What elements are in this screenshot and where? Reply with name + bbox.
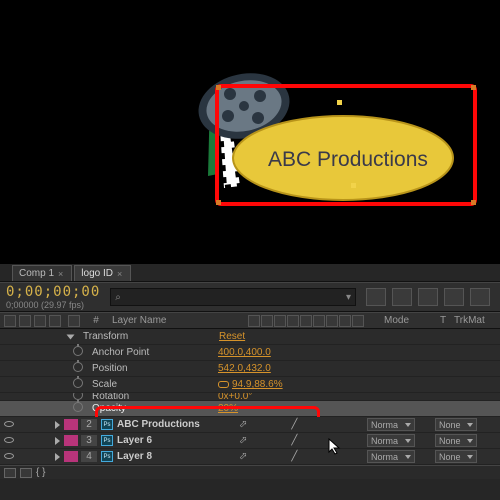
timeline-footer: { } xyxy=(0,465,500,479)
selection-highlight xyxy=(215,84,477,206)
anchor-point-value[interactable]: 400.0,400.0 xyxy=(218,347,271,358)
index-header[interactable]: # xyxy=(84,315,108,326)
layer-6[interactable]: 3 Ps Layer 6 ⬀╱ Norma None xyxy=(0,433,500,449)
current-timecode[interactable]: 0;00;00;00 0;00000 (29.97 fps) xyxy=(6,284,100,310)
stopwatch-icon[interactable] xyxy=(73,378,83,388)
timeline-tabs: Comp 1× logo ID× xyxy=(0,264,500,282)
prop-position[interactable]: Position 542.0,432.0 xyxy=(0,361,500,377)
tab-comp1[interactable]: Comp 1× xyxy=(12,265,72,281)
lock-icon xyxy=(49,315,61,327)
chevron-right-icon[interactable] xyxy=(55,421,60,429)
trkmat-dropdown[interactable]: None xyxy=(435,450,477,463)
motion-blur-button[interactable] xyxy=(444,288,464,306)
prop-scale[interactable]: Scale 94.9,88.6% xyxy=(0,377,500,393)
toggle-switches-button[interactable] xyxy=(4,468,16,478)
link-icon[interactable] xyxy=(218,381,229,388)
transform-group[interactable]: Transform Reset xyxy=(0,329,500,345)
shy-toggle-button[interactable] xyxy=(392,288,412,306)
photoshop-icon: Ps xyxy=(101,435,113,446)
scale-value[interactable]: 94.9,88.6% xyxy=(232,379,283,390)
layer-index: 3 xyxy=(81,435,97,446)
eye-icon[interactable] xyxy=(4,437,14,443)
reset-link[interactable]: Reset xyxy=(219,331,245,342)
prop-anchor-point[interactable]: Anchor Point 400.0,400.0 xyxy=(0,345,500,361)
layer-8[interactable]: 4 Ps Layer 8 ⬀╱ Norma None xyxy=(0,449,500,465)
layer-index: 2 xyxy=(81,419,97,430)
blend-mode-dropdown[interactable]: Norma xyxy=(367,418,415,431)
search-icon: ⌕ xyxy=(115,292,121,303)
stopwatch-icon[interactable] xyxy=(73,393,83,400)
label-color[interactable] xyxy=(64,419,78,430)
column-headers: # Layer Name Mode T TrkMat xyxy=(0,312,500,329)
layer-abc-productions[interactable]: 2 Ps ABC Productions ⬀╱ Norma None xyxy=(0,417,500,433)
graph-editor-button[interactable] xyxy=(470,288,490,306)
chevron-right-icon[interactable] xyxy=(55,453,60,461)
position-value[interactable]: 542.0,432.0 xyxy=(218,363,271,374)
label-color-icon xyxy=(68,315,80,327)
composition-preview[interactable]: ABC Productions xyxy=(0,0,500,264)
tab-logo-id[interactable]: logo ID× xyxy=(74,265,131,281)
switches-header xyxy=(248,315,380,327)
photoshop-icon: Ps xyxy=(101,419,113,430)
canvas[interactable]: ABC Productions xyxy=(60,16,440,248)
timeline-toolbar: 0;00;00;00 0;00000 (29.97 fps) ⌕ ▾ xyxy=(0,282,500,312)
photoshop-icon: Ps xyxy=(101,451,113,462)
eye-icon xyxy=(4,315,16,327)
frame-blend-button[interactable] xyxy=(418,288,438,306)
trkmat-dropdown[interactable]: None xyxy=(435,418,477,431)
eye-icon[interactable] xyxy=(4,453,14,459)
close-icon[interactable]: × xyxy=(58,269,63,279)
bracket-icon[interactable]: { } xyxy=(36,467,45,478)
label-color[interactable] xyxy=(64,435,78,446)
chevron-down-icon xyxy=(67,334,75,339)
speaker-icon xyxy=(19,315,31,327)
t-header[interactable]: T xyxy=(436,315,450,326)
prop-rotation[interactable]: Rotation 0x+0.0° xyxy=(0,393,500,401)
label-color[interactable] xyxy=(64,451,78,462)
eye-icon[interactable] xyxy=(4,421,14,427)
close-icon[interactable]: × xyxy=(117,269,122,279)
comp-settings-button[interactable] xyxy=(366,288,386,306)
chevron-right-icon[interactable] xyxy=(55,437,60,445)
blend-mode-dropdown[interactable]: Norma xyxy=(367,450,415,463)
chevron-down-icon: ▾ xyxy=(346,292,351,303)
stopwatch-icon[interactable] xyxy=(73,346,83,356)
layer-index: 4 xyxy=(81,451,97,462)
layer-name-header[interactable]: Layer Name xyxy=(108,315,248,326)
blend-mode-dropdown[interactable]: Norma xyxy=(367,434,415,447)
mode-header[interactable]: Mode xyxy=(380,315,436,326)
rotation-value[interactable]: 0x+0.0° xyxy=(218,393,252,401)
solo-icon xyxy=(34,315,46,327)
trkmat-dropdown[interactable]: None xyxy=(435,434,477,447)
layer-search-input[interactable]: ⌕ ▾ xyxy=(110,288,356,306)
toggle-modes-button[interactable] xyxy=(20,468,32,478)
stopwatch-icon[interactable] xyxy=(73,402,83,412)
stopwatch-icon[interactable] xyxy=(73,362,83,372)
trkmat-header[interactable]: TrkMat xyxy=(450,315,500,326)
